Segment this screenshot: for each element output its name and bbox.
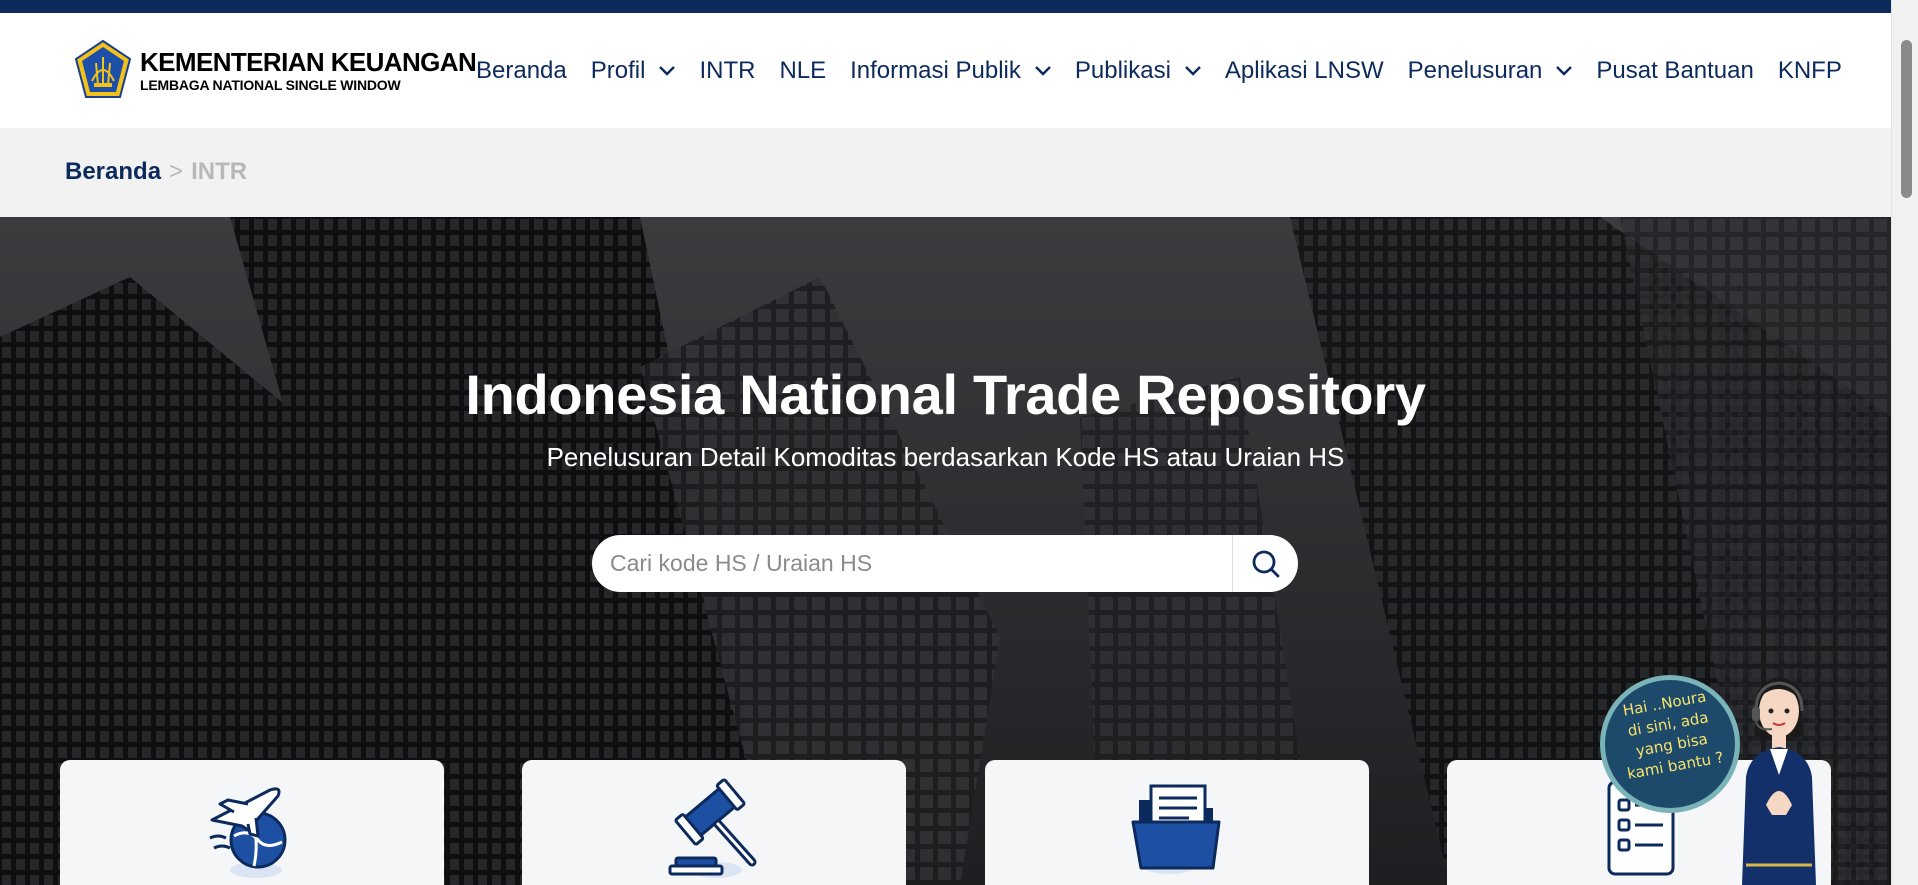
- top-accent-strip: [0, 0, 1891, 13]
- chevron-down-icon: [1185, 66, 1201, 76]
- nav-item-informasi-publik[interactable]: Informasi Publik: [850, 57, 1051, 85]
- feature-card-3[interactable]: [985, 760, 1369, 885]
- scrollbar-thumb[interactable]: [1901, 40, 1912, 198]
- folder-documents-icon: [1131, 784, 1221, 874]
- nav-item-label: NLE: [779, 57, 827, 84]
- nav-item-beranda[interactable]: Beranda: [476, 57, 567, 85]
- chat-assistant-widget[interactable]: Hai ..Noura di sini, ada yang bisa kami …: [1600, 665, 1830, 885]
- nav-item-label: Penelusuran: [1407, 57, 1543, 84]
- nav-item-label: INTR: [699, 57, 756, 84]
- nav-item-aplikasi-lnsw[interactable]: Aplikasi LNSW: [1225, 57, 1384, 85]
- gavel-icon: [668, 778, 757, 878]
- search-input[interactable]: [592, 535, 1232, 592]
- breadcrumb-separator: >: [169, 158, 184, 185]
- site-header: KEMENTERIAN KEUANGAN LEMBAGA NATIONAL SI…: [0, 13, 1891, 128]
- feature-card-1[interactable]: [60, 760, 444, 885]
- nav-item-pusat-bantuan[interactable]: Pusat Bantuan: [1596, 57, 1753, 85]
- nav-item-publikasi[interactable]: Publikasi: [1075, 57, 1201, 85]
- breadcrumb-home-link[interactable]: Beranda: [65, 158, 161, 186]
- feature-card-2[interactable]: [522, 760, 906, 885]
- breadcrumb-bar: Beranda > INTR: [0, 128, 1891, 217]
- breadcrumb-current: INTR: [191, 158, 248, 185]
- page-scrollbar[interactable]: [1891, 0, 1918, 885]
- breadcrumb: Beranda > INTR: [65, 158, 247, 186]
- nav-item-label: Publikasi: [1074, 57, 1171, 84]
- chevron-down-icon: [1556, 66, 1573, 76]
- nav-item-intr[interactable]: INTR: [699, 57, 755, 85]
- hero-title: Indonesia National Trade Repository: [465, 363, 1426, 426]
- nav-item-label: Aplikasi LNSW: [1224, 57, 1384, 84]
- nav-item-label: Informasi Publik: [850, 57, 1021, 84]
- nav-item-penelusuran[interactable]: Penelusuran: [1408, 57, 1573, 85]
- customer-service-agent-icon: [1742, 677, 1816, 885]
- nav-item-label: KNFP: [1777, 57, 1842, 84]
- brand-title: KEMENTERIAN KEUANGAN: [140, 46, 477, 77]
- nav-item-label: Profil: [590, 57, 646, 84]
- brand-logo[interactable]: KEMENTERIAN KEUANGAN LEMBAGA NATIONAL SI…: [72, 39, 477, 101]
- nav-item-label: Pusat Bantuan: [1596, 57, 1754, 84]
- search-icon: [1252, 550, 1279, 577]
- main-nav: Beranda Profil INTR NLE Informasi Publik…: [476, 57, 1842, 85]
- airplane-globe-icon: [209, 787, 287, 878]
- hero-subtitle: Penelusuran Detail Komoditas berdasarkan…: [546, 442, 1345, 472]
- nav-item-nle[interactable]: NLE: [779, 57, 826, 85]
- search-bar: [592, 535, 1298, 592]
- chevron-down-icon: [659, 66, 676, 76]
- nav-item-profil[interactable]: Profil: [591, 57, 676, 85]
- chevron-down-icon: [1035, 66, 1051, 76]
- brand-subtitle: LEMBAGA NATIONAL SINGLE WINDOW: [140, 76, 401, 93]
- search-button[interactable]: [1232, 535, 1298, 592]
- garuda-emblem-icon: [74, 39, 132, 98]
- nav-item-knfp[interactable]: KNFP: [1778, 57, 1842, 85]
- nav-item-label: Beranda: [476, 57, 567, 84]
